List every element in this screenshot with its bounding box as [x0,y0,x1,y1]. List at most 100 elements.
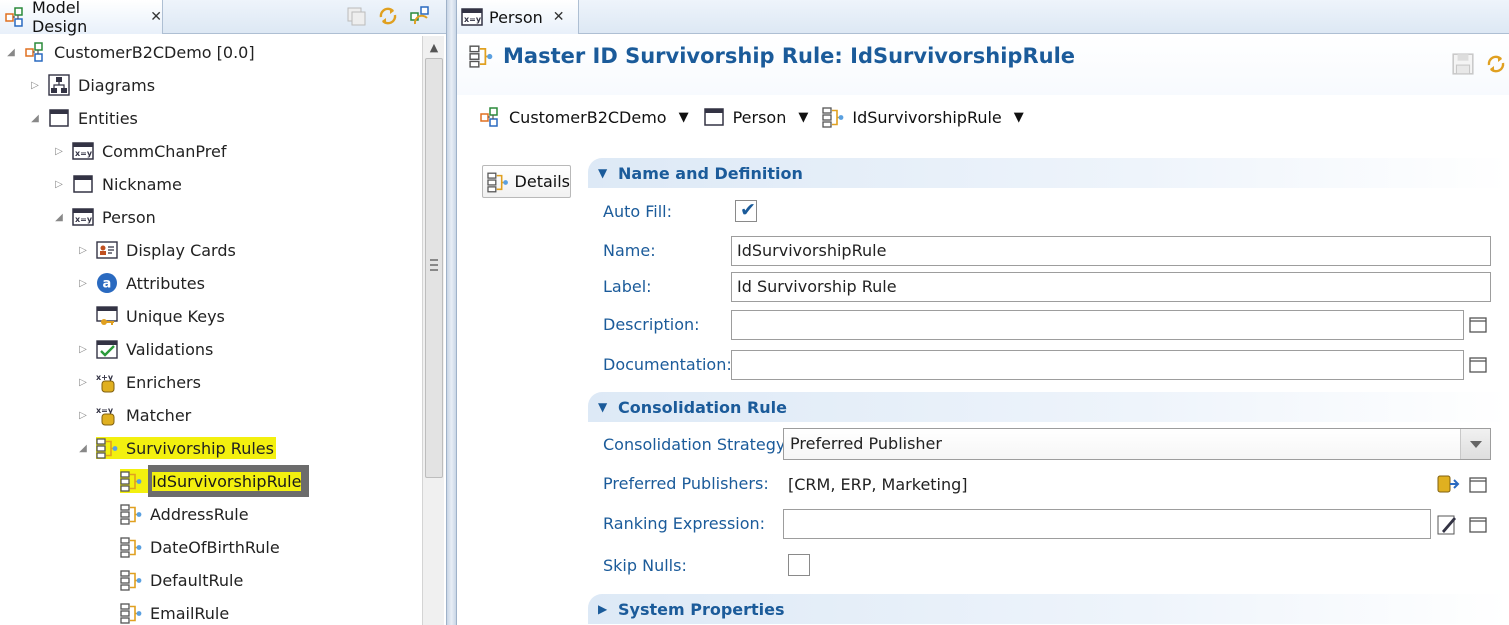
auto-fill-label: Auto Fill: [603,202,672,221]
close-icon[interactable]: ✕ [150,9,162,25]
breadcrumb-label: Person [732,107,787,127]
open-editor-icon[interactable] [1469,476,1487,494]
tree-item-label: CommChanPref [102,141,227,161]
rule-icon [487,170,509,194]
description-field[interactable] [731,310,1464,340]
pick-publishers-icon[interactable] [1436,473,1460,495]
tree-item-unique-keys[interactable]: Unique Keys [76,301,225,331]
close-icon[interactable]: ✕ [553,9,565,25]
auto-fill-checkbox[interactable]: ✔ [735,199,757,222]
model-design-panel: Model Design ✕ ◢ CustomerB2CDemo [0.0] ▷… [0,0,446,625]
model-tree: ◢ CustomerB2CDemo [0.0] ▷ Diagrams ◢ Ent… [0,36,422,625]
tab-label: Model Design [31,0,88,36]
expanded-icon[interactable]: ◢ [52,212,66,223]
window-icon [48,107,70,129]
tree-item-dateofbirthrule[interactable]: DateOfBirthRule [100,532,280,562]
section-consolidation-rule[interactable]: ▼ Consolidation Rule [588,392,1509,422]
window-icon [72,173,94,195]
preferred-publishers-label: Preferred Publishers: [603,474,769,493]
key-icon [96,305,118,327]
tree-item-survivorship-rules[interactable]: ◢ Survivorship Rules [76,433,276,463]
open-editor-icon[interactable] [1469,356,1487,374]
dropdown-caret-icon[interactable]: ▼ [798,110,808,125]
expanded-icon[interactable]: ▼ [598,166,614,180]
rule-icon [822,106,844,128]
tree-item-addressrule[interactable]: AddressRule [100,499,249,529]
collapsed-icon[interactable]: ▷ [52,179,66,190]
tree-item-root[interactable]: ◢ CustomerB2CDemo [0.0] [4,37,255,67]
open-editor-icon[interactable] [1469,316,1487,334]
details-button[interactable]: Details [482,165,571,198]
tree-item-label: IdSurvivorshipRule [152,471,302,491]
enricher-icon [96,371,118,393]
expanded-icon[interactable]: ◢ [76,443,90,454]
tree-item-commchanpref[interactable]: ▷ CommChanPref [52,136,226,166]
expanded-icon[interactable]: ◢ [4,47,18,58]
panel-splitter[interactable] [446,0,457,625]
link-editor-icon[interactable] [409,5,431,27]
tab-model-design[interactable]: Model Design ✕ [0,0,163,36]
breadcrumb-item-rule[interactable]: IdSurvivorshipRule ▼ [822,106,1024,128]
tree-item-idsurvivorshiprule[interactable]: IdSurvivorshipRule [100,465,310,497]
collapse-all-icon[interactable] [345,5,367,27]
tree-item-attributes[interactable]: ▷ Attributes [76,268,205,298]
collapsed-icon[interactable]: ▷ [52,146,66,157]
breadcrumb-item-model[interactable]: CustomerB2CDemo ▼ [479,106,689,128]
tree-scrollbar[interactable]: ▲ [422,36,444,625]
tree-item-matcher[interactable]: ▷ Matcher [76,400,191,430]
skip-nulls-checkbox[interactable] [788,554,810,576]
tree-item-defaultrule[interactable]: DefaultRule [100,565,243,595]
save-icon[interactable] [1451,52,1475,76]
scroll-thumb[interactable] [425,58,443,478]
section-system-properties[interactable]: ▶ System Properties [588,594,1509,624]
highlight: Survivorship Rules [96,437,276,459]
tree-item-person[interactable]: ◢ Person [52,202,156,232]
checkmark-icon: ✔ [740,199,756,221]
window-icon [703,106,725,128]
scroll-up-icon[interactable]: ▲ [425,38,443,58]
ranking-expression-field[interactable] [783,509,1431,539]
expanded-icon[interactable]: ◢ [28,113,42,124]
tree-item-display-cards[interactable]: ▷ Display Cards [76,235,236,265]
collapsed-icon[interactable]: ▷ [28,80,42,91]
tree-item-diagrams[interactable]: ▷ Diagrams [28,70,155,100]
dropdown-caret-icon[interactable]: ▼ [679,110,689,125]
section-name-definition[interactable]: ▼ Name and Definition [588,158,1509,188]
collapsed-icon[interactable]: ▷ [76,278,90,289]
rule-icon [120,536,142,558]
collapsed-icon[interactable]: ▷ [76,410,90,421]
breadcrumb-item-entity[interactable]: Person ▼ [703,106,808,128]
tree-item-entities[interactable]: ◢ Entities [28,103,138,133]
tree-item-label: Person [102,207,156,227]
chevron-down-icon[interactable] [1460,429,1490,459]
open-editor-icon[interactable] [1469,516,1487,534]
refresh-icon[interactable] [1485,52,1507,76]
edit-expression-icon[interactable] [1436,512,1458,536]
tree-item-label: Display Cards [126,240,236,260]
documentation-field[interactable] [731,350,1464,380]
selected-item: IdSurvivorshipRule [148,465,310,497]
tab-person[interactable]: Person ✕ [457,0,579,34]
label-field[interactable]: Id Survivorship Rule [731,272,1491,302]
refresh-icon[interactable] [377,5,399,27]
tree-item-validations[interactable]: ▷ Validations [76,334,213,364]
form-title: Master ID Survivorship Rule: IdSurvivors… [469,44,1075,68]
collapsed-icon[interactable]: ▷ [76,245,90,256]
tree-item-emailrule[interactable]: EmailRule [100,598,229,625]
consolidation-strategy-select[interactable]: Preferred Publisher [783,428,1491,460]
tree-item-enrichers[interactable]: ▷ Enrichers [76,367,201,397]
name-field[interactable]: IdSurvivorshipRule [731,236,1491,266]
section-title: Consolidation Rule [618,397,787,417]
skip-nulls-label: Skip Nulls: [603,556,687,575]
dropdown-caret-icon[interactable]: ▼ [1014,110,1024,125]
breadcrumb: CustomerB2CDemo ▼ Person ▼ IdSurvivorshi… [479,106,1038,128]
collapsed-icon[interactable]: ▶ [598,602,614,616]
collapsed-icon[interactable]: ▷ [76,377,90,388]
collapsed-icon[interactable]: ▷ [76,344,90,355]
tree-item-label: Nickname [102,174,182,194]
tree-item-nickname[interactable]: ▷ Nickname [52,169,182,199]
grip-icon [430,259,438,271]
documentation-label: Documentation: [603,355,732,374]
expanded-icon[interactable]: ▼ [598,400,614,414]
attribute-icon [96,272,118,294]
